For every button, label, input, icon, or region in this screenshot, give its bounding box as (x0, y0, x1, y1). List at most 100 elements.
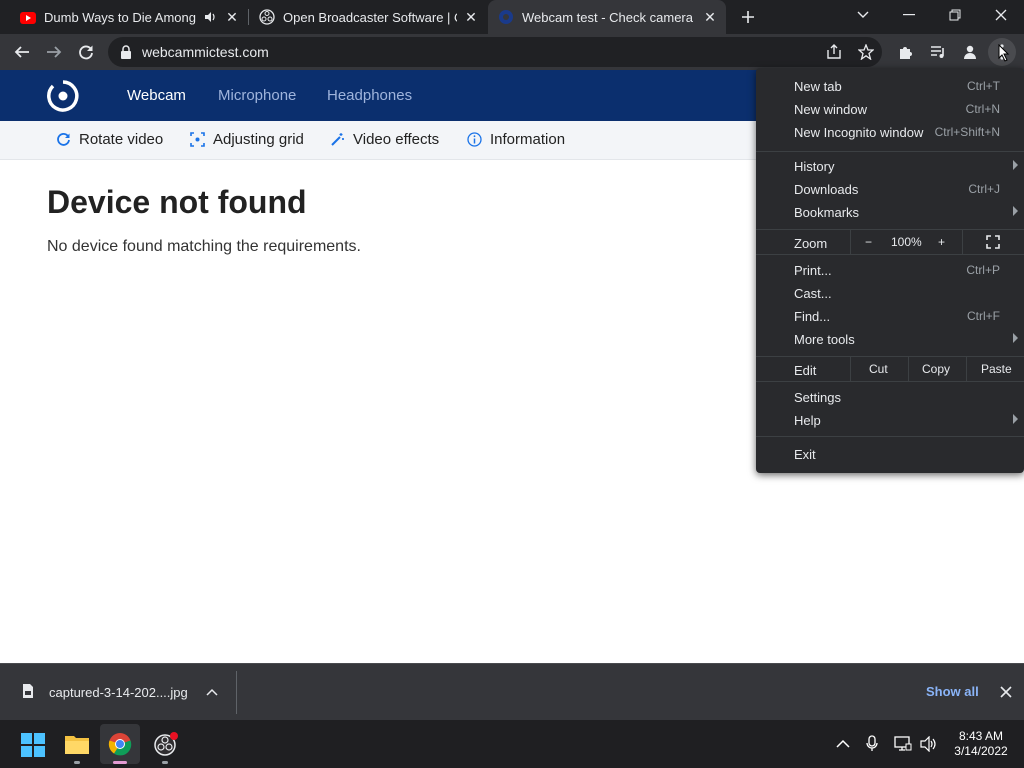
extensions-button[interactable] (892, 38, 920, 66)
information-button[interactable]: Information (467, 131, 565, 148)
video-effects-button[interactable]: Video effects (330, 131, 439, 148)
back-button[interactable] (8, 38, 36, 66)
copy-button[interactable]: Copy (922, 362, 950, 376)
share-icon[interactable] (826, 44, 842, 60)
menu-item-help[interactable]: Help (756, 409, 1024, 432)
menu-shortcut: Ctrl+J (968, 182, 1000, 196)
menu-item-bookmarks[interactable]: Bookmarks (756, 201, 1024, 224)
new-tab-button[interactable] (726, 2, 770, 32)
video-effects-label: Video effects (353, 131, 440, 148)
menu-item-downloads[interactable]: Downloads Ctrl+J (756, 178, 1024, 201)
tab-webcam-test[interactable]: Webcam test - Check camera online ✕ (488, 0, 726, 34)
menu-item-new-window[interactable]: New window Ctrl+N (756, 98, 1024, 121)
edit-label: Edit (794, 363, 817, 378)
menu-item-history[interactable]: History (756, 155, 1024, 178)
info-icon (467, 132, 482, 147)
network-icon[interactable] (894, 736, 912, 752)
cut-button[interactable]: Cut (869, 362, 888, 376)
zoom-out-button[interactable]: − (865, 235, 872, 249)
restore-icon (949, 9, 961, 21)
windows-start-icon[interactable] (21, 733, 45, 757)
cell-divider (850, 230, 851, 254)
adjusting-grid-button[interactable]: Adjusting grid (190, 131, 304, 148)
zoom-in-button[interactable]: + (938, 235, 945, 249)
rotate-video-label: Rotate video (79, 131, 164, 148)
menu-item-settings[interactable]: Settings (756, 386, 1024, 409)
menu-shortcut: Ctrl+Shift+N (934, 125, 1000, 139)
tab-youtube[interactable]: Dumb Ways to Die Among Us ✕ (8, 0, 244, 34)
tab-title: Dumb Ways to Die Among Us (44, 10, 196, 25)
close-icon[interactable]: ✕ (702, 9, 718, 25)
chevron-up-icon[interactable] (206, 688, 218, 696)
menu-edit-row: Edit Cut Copy Paste (756, 357, 1024, 381)
windows-taskbar: 8:43 AM 3/14/2022 (0, 720, 1024, 768)
webcam-site-icon (499, 10, 513, 24)
reload-icon (79, 45, 93, 60)
file-explorer-icon[interactable] (64, 732, 90, 756)
close-window-button[interactable] (978, 0, 1024, 30)
menu-label: Bookmarks (794, 205, 860, 220)
close-icon[interactable]: ✕ (224, 9, 240, 25)
arrow-left-icon (14, 46, 29, 58)
tab-title: Webcam test - Check camera online (522, 10, 696, 25)
star-icon[interactable] (858, 44, 874, 60)
menu-divider (756, 436, 1024, 437)
paste-button[interactable]: Paste (981, 362, 1012, 376)
show-all-button[interactable]: Show all (926, 684, 979, 699)
menu-item-find[interactable]: Find... Ctrl+F (756, 305, 1024, 328)
nav-microphone[interactable]: Microphone (218, 87, 296, 104)
menu-item-more-tools[interactable]: More tools (756, 328, 1024, 351)
submenu-arrow-icon (1013, 333, 1018, 343)
volume-icon[interactable] (920, 736, 938, 752)
menu-item-cast[interactable]: Cast... (756, 282, 1024, 305)
minimize-button[interactable] (886, 0, 932, 30)
file-icon (23, 684, 33, 698)
chrome-taskbar-button[interactable] (100, 724, 140, 764)
tab-search-button[interactable] (840, 0, 886, 30)
rotate-video-button[interactable]: Rotate video (56, 131, 163, 148)
menu-divider (756, 381, 1024, 382)
forward-button[interactable] (40, 38, 68, 66)
close-icon[interactable]: ✕ (463, 9, 479, 25)
nav-headphones[interactable]: Headphones (327, 87, 412, 104)
page-title: Device not found (47, 184, 307, 220)
menu-label: History (794, 159, 835, 174)
cell-divider (850, 357, 851, 381)
rotate-icon (57, 133, 70, 146)
menu-shortcut: Ctrl+N (965, 102, 1000, 116)
chevron-down-icon (857, 11, 869, 18)
chevron-up-icon[interactable] (836, 739, 850, 748)
address-bar[interactable]: webcammictest.com (108, 37, 882, 67)
tab-obs[interactable]: Open Broadcaster Software | OBS ✕ (250, 0, 484, 34)
chrome-menu-button[interactable] (988, 38, 1016, 66)
close-icon (995, 9, 1007, 21)
menu-label: Cast... (794, 286, 832, 301)
cell-divider (908, 357, 909, 381)
close-icon[interactable] (1000, 686, 1012, 698)
site-logo-icon[interactable] (46, 80, 80, 112)
playlist-icon (931, 46, 944, 58)
download-shelf: captured-3-14-202....jpg Show all (0, 663, 1024, 720)
chrome-icon (108, 733, 132, 756)
menu-label: Exit (794, 447, 816, 462)
microphone-icon[interactable] (866, 735, 878, 752)
menu-item-new-tab[interactable]: New tab Ctrl+T (756, 75, 1024, 98)
system-clock[interactable]: 8:43 AM 3/14/2022 (946, 729, 1016, 759)
menu-label: More tools (794, 332, 855, 347)
obs-taskbar-icon[interactable] (153, 732, 179, 758)
menu-item-print[interactable]: Print... Ctrl+P (756, 259, 1024, 282)
download-item[interactable]: captured-3-14-202....jpg (0, 664, 236, 721)
profile-button[interactable] (956, 38, 984, 66)
adjusting-grid-label: Adjusting grid (213, 131, 304, 148)
menu-item-exit[interactable]: Exit (756, 443, 1024, 466)
nav-webcam[interactable]: Webcam (127, 87, 186, 104)
media-control-button[interactable] (924, 38, 952, 66)
fullscreen-icon[interactable] (986, 235, 1000, 249)
menu-label: New tab (794, 79, 842, 94)
menu-item-incognito[interactable]: New Incognito window Ctrl+Shift+N (756, 121, 1024, 144)
obs-running-indicator (162, 761, 168, 764)
reload-button[interactable] (72, 38, 100, 66)
arrow-right-icon (47, 46, 62, 58)
speaker-icon[interactable] (204, 11, 216, 23)
restore-button[interactable] (932, 0, 978, 30)
